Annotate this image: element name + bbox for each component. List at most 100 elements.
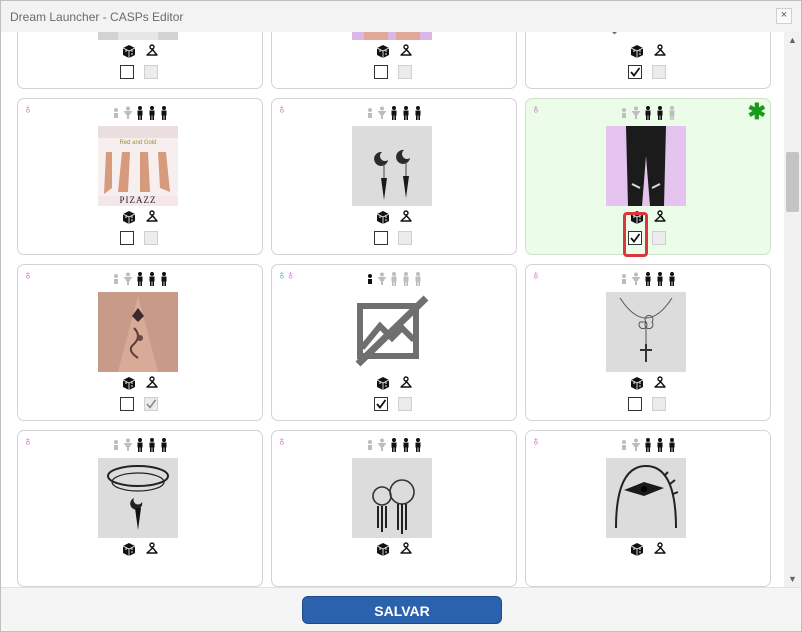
age-2-icon: [645, 438, 651, 452]
no-image-icon: [352, 292, 432, 372]
outfit-checkbox[interactable]: [144, 65, 158, 79]
outfit-checkbox[interactable]: [144, 397, 158, 411]
outfit-checkbox[interactable]: [398, 397, 412, 411]
scroll-up-icon[interactable]: ▲: [784, 32, 801, 48]
item-flags: [376, 44, 414, 58]
thumbnail-caption: Red and Gold: [119, 140, 157, 146]
gender-glyph: ♁: [531, 101, 541, 116]
casp-card[interactable]: [525, 32, 771, 89]
outfit-checkbox[interactable]: [652, 397, 666, 411]
age-2-icon: [645, 272, 651, 286]
age-2-icon: [137, 106, 143, 120]
outfit-checkbox[interactable]: [398, 231, 412, 245]
age-0-icon: [368, 440, 372, 450]
age-3-icon: [403, 106, 409, 120]
black-pants-icon: [606, 126, 686, 206]
back-tattoo-icon: [98, 292, 178, 372]
hanger-icon: [400, 44, 412, 56]
gender-icon: ♁: [531, 433, 541, 448]
age-3-icon: [657, 106, 663, 120]
bow-headband-icon: [606, 458, 686, 538]
item-thumbnail: [352, 126, 432, 206]
age-group-icons: [100, 106, 182, 120]
casp-card[interactable]: ♁ ✱: [525, 98, 771, 257]
casp-list: ♁ Red and Gold PIZAZZ ♁ ♁ ✱ ♁ ♁♁ ♁ ♁ ♁ ♁: [1, 32, 784, 587]
moon-earrings-icon: [352, 126, 432, 206]
age-group-icons: [354, 438, 436, 452]
age-4-icon: [415, 438, 421, 452]
item-thumbnail: [606, 458, 686, 538]
casp-card[interactable]: ♁: [525, 430, 771, 587]
gender-icon: ♁: [23, 101, 33, 116]
random-cube-icon: [630, 377, 644, 390]
random-checkbox[interactable]: [628, 397, 642, 411]
age-3-icon: [149, 438, 155, 452]
save-button[interactable]: SALVAR: [302, 596, 502, 624]
fishnet-legs-icon: [352, 32, 432, 40]
card-checkboxes: [374, 397, 414, 411]
age-4-icon: [415, 272, 421, 286]
random-checkbox[interactable]: [628, 65, 642, 79]
scroll-down-icon[interactable]: ▼: [784, 571, 801, 587]
close-button[interactable]: ×: [776, 8, 792, 24]
item-flags: [376, 376, 414, 390]
gender-icon: ♁♁: [277, 268, 295, 282]
hanger-icon: [654, 542, 666, 554]
outfit-checkbox[interactable]: [144, 231, 158, 245]
age-1-icon: [378, 272, 386, 285]
age-0-icon: [114, 274, 118, 284]
outfit-checkbox[interactable]: [652, 231, 666, 245]
random-checkbox[interactable]: [374, 65, 388, 79]
casp-card[interactable]: ♁ Red and Gold PIZAZZ: [17, 98, 263, 255]
age-group-icons: [608, 438, 690, 452]
hanger-icon: [654, 376, 666, 388]
gender-icon: ♁: [23, 434, 33, 448]
random-cube-icon: [122, 211, 136, 224]
age-4-icon: [161, 106, 167, 120]
gender-icon: ♁: [23, 268, 33, 282]
item-flags: [122, 44, 160, 58]
age-1-icon: [632, 438, 640, 451]
casp-card[interactable]: ♁: [271, 430, 517, 587]
card-checkboxes: [120, 231, 160, 245]
hanger-icon: [654, 210, 666, 222]
age-0-icon: [622, 440, 626, 450]
age-3-icon: [149, 272, 155, 286]
pizazz-feet-icon: [98, 126, 178, 206]
new-item-badge: ✱: [747, 99, 766, 124]
random-checkbox[interactable]: [120, 231, 134, 245]
age-1-icon: [124, 272, 132, 285]
outfit-checkbox[interactable]: [652, 65, 666, 79]
casp-card[interactable]: ♁: [17, 264, 263, 421]
item-thumbnail: [352, 32, 432, 40]
gender-glyph: ♁: [531, 433, 541, 448]
age-3-icon: [149, 106, 155, 120]
scrollbar-thumb[interactable]: [786, 152, 799, 212]
age-3-icon: [657, 272, 663, 286]
random-checkbox[interactable]: [374, 397, 388, 411]
age-0-icon: [622, 274, 626, 284]
age-1-icon: [632, 106, 640, 119]
casp-card[interactable]: ♁: [271, 98, 517, 255]
hanger-icon: [146, 210, 158, 222]
outfit-checkbox[interactable]: [398, 65, 412, 79]
random-checkbox[interactable]: [120, 65, 134, 79]
age-1-icon: [378, 438, 386, 451]
gender-glyph: ♁: [23, 101, 33, 116]
hanger-icon: [146, 542, 158, 554]
age-4-icon: [669, 272, 675, 286]
gender-glyph: ♁♁: [277, 267, 295, 282]
random-checkbox[interactable]: [374, 231, 388, 245]
hanger-icon: [400, 542, 412, 554]
casp-card[interactable]: ♁: [525, 264, 771, 421]
random-checkbox[interactable]: [120, 397, 134, 411]
age-1-icon: [378, 106, 386, 119]
vertical-scrollbar[interactable]: ▲ ▼: [784, 32, 801, 587]
casp-card[interactable]: ♁: [17, 430, 263, 587]
age-group-icons: [100, 438, 182, 452]
casp-card[interactable]: [17, 32, 263, 89]
item-thumbnail: Red and Gold PIZAZZ: [98, 126, 178, 206]
random-cube-icon: [376, 543, 390, 556]
casp-card[interactable]: [271, 32, 517, 89]
casp-card[interactable]: ♁♁: [271, 264, 517, 421]
